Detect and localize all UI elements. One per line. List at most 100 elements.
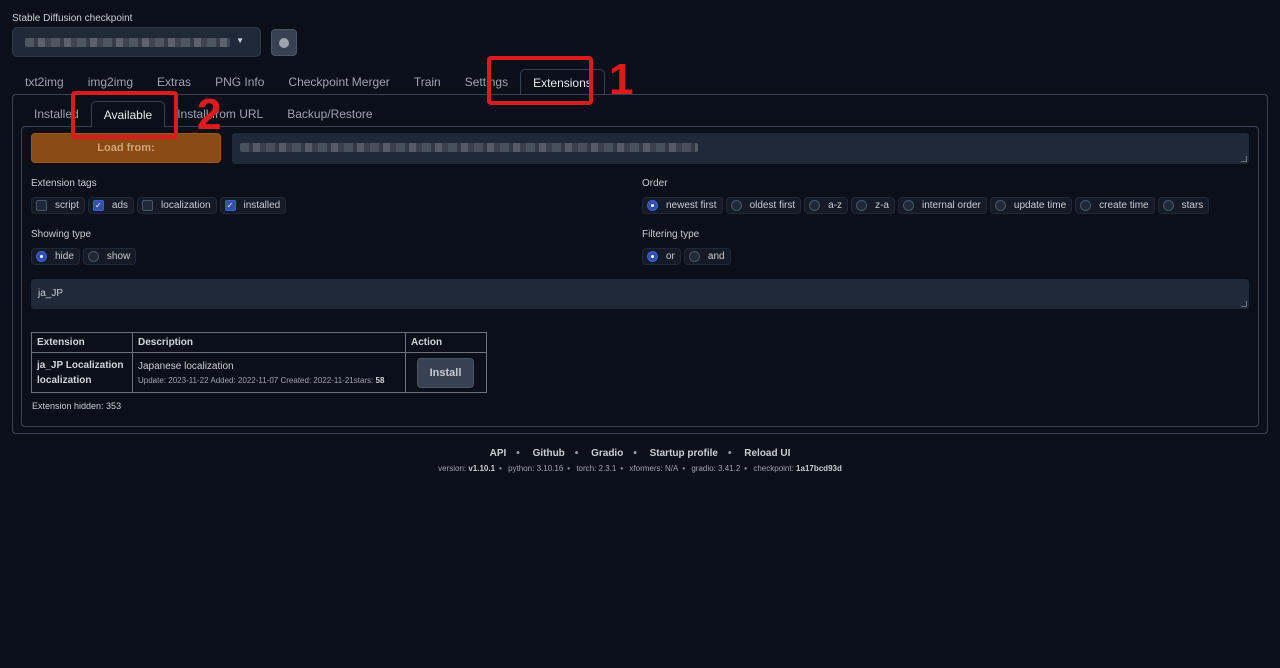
footer-versions: version: v1.10.1 • python: 3.10.16 • torch… [0,464,1280,473]
filtering-and-radio[interactable]: and [683,248,731,265]
column-header-action: Action [405,332,487,353]
extension-description: Japanese localization [138,360,234,372]
python-value: 3.10.16 [536,464,564,473]
annotation-number-1: 1 [609,55,634,104]
tab-backup-restore[interactable]: Backup/Restore [275,101,384,127]
checkbox-icon [142,200,154,211]
resize-grip[interactable] [1241,156,1247,162]
order-internal-order-radio[interactable]: internal order [897,197,987,214]
chevron-down-icon: ▼ [236,36,244,45]
checkpoint-value: 1a17bcd93d [796,464,842,473]
order-z-a-radio[interactable]: z-a [851,197,895,214]
url-value-blurred [240,143,698,152]
footer-separator: • [620,464,624,473]
tab-checkpoint-merger[interactable]: Checkpoint Merger [276,69,401,95]
extension-description-cell: Japanese localization Update: 2023-11-22… [132,352,406,393]
footer-separator: • [567,464,571,473]
footer-separator: • [633,448,637,459]
footer-link-reload-ui[interactable]: Reload UI [744,448,790,459]
showing-hide-radio[interactable]: hide [31,248,80,265]
radio-icon [1080,200,1092,211]
extension-stars: 58 [375,375,385,385]
showing-label-text: hide [55,251,74,262]
version-value: v1.10.1 [468,464,496,473]
checkpoint-value-blurred [25,38,230,47]
xformers-value: N/A [664,464,679,473]
gradio-value: 3.41.2 [718,464,741,473]
extension-dates: Update: 2023-11-22 Added: 2022-11-07 Cre… [138,375,376,385]
footer-links: API • Github • Gradio • Startup profile • Re… [0,448,1280,459]
filtering-or-radio[interactable]: or [642,248,681,265]
radio-icon [1162,200,1174,211]
radio-icon [36,251,47,262]
order-label-text: create time [1099,200,1149,211]
torch-value: 2.3.1 [598,464,617,473]
tab-train[interactable]: Train [402,69,453,95]
tag-label: script [55,200,79,211]
extension-search-input[interactable]: ja_JP [31,279,1249,309]
search-input-value: ja_JP [38,288,64,299]
footer-separator: • [727,448,732,459]
order-label-text: newest first [666,200,717,211]
radio-icon [902,200,914,211]
checkpoint-dropdown[interactable]: ▼ [12,27,261,57]
extension-index-url-input[interactable] [232,133,1249,164]
radio-icon [647,251,658,262]
extension-name-link[interactable]: ja_JP Localization [37,358,127,373]
table-header-row: Extension Description Action [31,332,487,353]
tag-label: installed [243,200,281,211]
gradio-key: gradio: [691,464,719,473]
radio-icon [647,200,658,211]
install-button[interactable]: Install [417,357,474,388]
available-extensions-table: Extension Description Action ja_JP Local… [31,332,487,393]
order-group: newest first oldest first a-z z-a intern… [642,197,1210,214]
tag-ads-checkbox[interactable]: ✓ ads [87,197,135,214]
checkpoint-key: checkpoint: [753,464,797,473]
tag-localization-checkbox[interactable]: localization [137,197,217,214]
refresh-checkpoint-button[interactable] [271,29,297,56]
order-oldest-first-radio[interactable]: oldest first [725,197,802,214]
footer-separator: • [682,464,686,473]
order-a-z-radio[interactable]: a-z [804,197,849,214]
order-newest-first-radio[interactable]: newest first [642,197,723,214]
order-create-time-radio[interactable]: create time [1075,197,1155,214]
column-header-extension: Extension [31,332,133,353]
radio-icon [730,200,742,211]
checkpoint-label: Stable Diffusion checkpoint [12,13,133,24]
annotation-box-available [71,91,178,139]
showing-type-group: hide show [31,248,137,265]
column-header-description: Description [132,332,406,353]
checkmark-icon: ✓ [92,200,104,211]
filtering-type-group: or and [642,248,731,265]
radio-icon [87,251,99,262]
version-key: version: [438,464,469,473]
radio-icon [688,251,700,262]
footer-separator: • [574,448,579,459]
extension-name-cell: ja_JP Localization localization [31,352,133,393]
tag-label: localization [161,200,211,211]
filtering-type-label: Filtering type [642,229,700,240]
checkbox-icon [36,200,47,211]
footer-link-github[interactable]: Github [533,448,565,459]
order-update-time-radio[interactable]: update time [989,197,1073,214]
footer-link-startup-profile[interactable]: Startup profile [650,448,718,459]
tag-installed-checkbox[interactable]: ✓ installed [219,197,287,214]
extension-action-cell: Install [405,352,487,393]
order-stars-radio[interactable]: stars [1157,197,1210,214]
annotation-box-extensions [487,56,593,105]
tag-script-checkbox[interactable]: script [31,197,85,214]
showing-show-radio[interactable]: show [82,248,137,265]
extension-tags-group: script ✓ ads localization ✓ installed [31,197,287,214]
footer-link-gradio[interactable]: Gradio [591,448,623,459]
order-label-text: a-z [828,200,843,211]
xformers-key: xformers: [629,464,665,473]
radio-icon [856,200,868,211]
order-label-text: internal order [921,200,981,211]
order-label-text: oldest first [749,200,796,211]
checkmark-icon: ✓ [224,200,236,211]
tab-txt2img[interactable]: txt2img [13,69,76,95]
tag-label: ads [111,200,129,211]
footer-link-api[interactable]: API [490,448,507,459]
order-label-text: update time [1013,200,1067,211]
resize-grip[interactable] [1241,301,1247,307]
